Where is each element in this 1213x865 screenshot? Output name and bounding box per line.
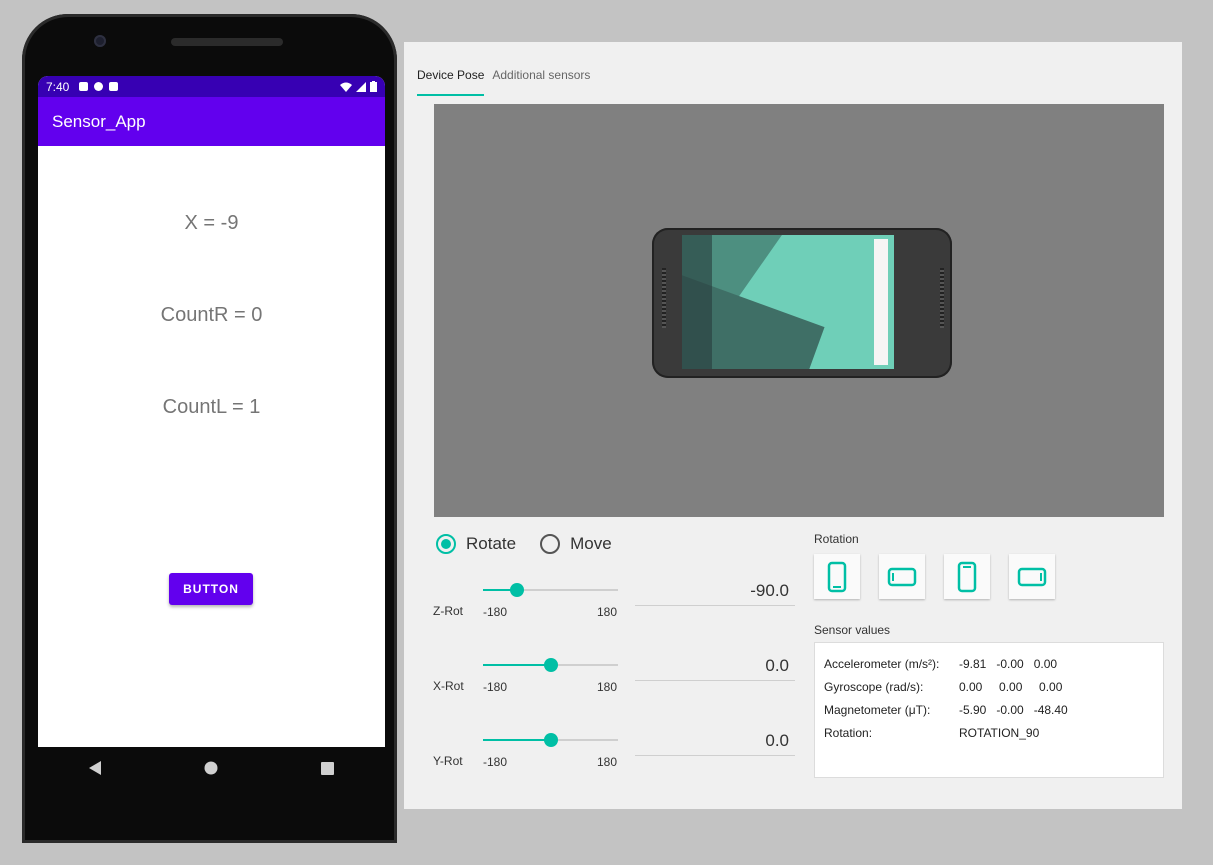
sensor-row-rotation: Rotation: ROTATION_90 <box>824 721 1163 744</box>
radio-unselected-icon <box>540 534 561 554</box>
status-time: 7:40 <box>46 79 70 94</box>
sensor-row-gyroscope: Gyroscope (rad/s): 0.00 0.00 0.00 <box>824 675 1163 698</box>
device-model-screen <box>682 235 894 369</box>
tab-bar: Device Pose Additional sensors <box>417 68 598 96</box>
z-rot-value-field[interactable]: -90.0 <box>635 576 795 606</box>
device-speaker-grill-right <box>940 268 944 328</box>
rotation-label: Rotation: <box>824 725 873 740</box>
sensor-row-magnetometer: Magnetometer (μT): -5.90 -0.00 -48.40 <box>824 698 1163 721</box>
earpiece-speaker <box>171 38 283 46</box>
y-rot-value-field[interactable]: 0.0 <box>635 726 795 756</box>
z-rot-max-label: 180 <box>597 605 618 619</box>
portrait-phone-icon <box>827 561 847 592</box>
y-rot-slider-block: Y-Rot -180 180 0.0 <box>433 731 803 786</box>
x-rot-slider-fill <box>483 664 551 666</box>
x-rot-max-label: 180 <box>597 680 618 694</box>
rotation-value: ROTATION_90 <box>959 725 1040 740</box>
notification-a-icon <box>79 82 89 91</box>
x-readout: X = -9 <box>184 212 239 234</box>
main-button[interactable]: BUTTON <box>169 573 253 605</box>
x-rot-value-field[interactable]: 0.0 <box>635 651 795 681</box>
app-bar: Sensor_App <box>38 97 385 146</box>
rotation-section-label: Rotation <box>814 532 859 546</box>
x-rot-min-label: -180 <box>483 680 508 694</box>
signal-icon <box>356 81 366 92</box>
recents-icon[interactable] <box>317 758 337 778</box>
extended-controls-panel: Device Pose Additional sensors Rotate Mo… <box>404 42 1182 809</box>
magnetometer-values: -5.90 -0.00 -48.40 <box>959 702 1068 717</box>
magnetometer-label: Magnetometer (μT): <box>824 702 931 717</box>
x-rot-label: X-Rot <box>433 679 464 693</box>
rotate-reverse-landscape-button[interactable] <box>1009 554 1055 599</box>
z-rot-slider-thumb[interactable] <box>509 583 524 597</box>
x-rot-slider[interactable] <box>483 658 618 672</box>
sensor-row-accelerometer: Accelerometer (m/s²): -9.81 -0.00 0.00 <box>824 652 1163 675</box>
x-rot-slider-thumb[interactable] <box>543 658 558 672</box>
tab-additional-sensors[interactable]: Additional sensors <box>492 68 590 96</box>
device-model-nav-strip <box>682 235 712 369</box>
y-rot-label: Y-Rot <box>433 754 463 768</box>
y-rot-slider-thumb[interactable] <box>543 733 558 747</box>
y-rot-slider-fill <box>483 739 551 741</box>
emulator-phone-frame: 7:40 Sensor_App X = -9 CountR = 0 CountL… <box>22 14 397 843</box>
nav-bar <box>38 747 385 789</box>
rotate-landscape-button[interactable] <box>879 554 925 599</box>
radio-selected-icon <box>436 534 456 554</box>
landscape-phone-icon <box>887 567 917 586</box>
z-rot-label: Z-Rot <box>433 604 463 618</box>
rotate-portrait-button[interactable] <box>814 554 860 599</box>
y-rot-min-label: -180 <box>483 755 508 769</box>
rotation-preset-group <box>814 554 1055 599</box>
device-speaker-grill-left <box>662 268 666 328</box>
gyroscope-label: Gyroscope (rad/s): <box>824 679 924 694</box>
move-radio-label: Move <box>570 534 612 553</box>
reverse-landscape-phone-icon <box>1017 567 1047 586</box>
battery-icon <box>370 81 377 92</box>
app-title: Sensor_App <box>52 111 146 131</box>
pose-mode-group: Rotate Move <box>436 534 612 554</box>
device-model-search-bar <box>874 239 888 365</box>
tab-device-pose[interactable]: Device Pose <box>417 68 485 96</box>
gyroscope-values: 0.00 0.00 0.00 <box>959 679 1063 694</box>
device-pose-viewport[interactable] <box>434 104 1164 517</box>
rotate-reverse-portrait-button[interactable] <box>944 554 990 599</box>
accelerometer-values: -9.81 -0.00 0.00 <box>959 656 1058 671</box>
count-left-readout: CountL = 1 <box>162 396 261 418</box>
status-bar: 7:40 <box>38 76 385 97</box>
z-rot-slider[interactable] <box>483 583 618 597</box>
front-camera <box>94 35 106 47</box>
count-right-readout: CountR = 0 <box>160 304 263 326</box>
sd-card-icon <box>109 82 119 91</box>
z-rot-slider-block: Z-Rot -180 180 -90.0 <box>433 581 803 636</box>
z-rot-min-label: -180 <box>483 605 508 619</box>
sensor-values-label: Sensor values <box>814 623 891 637</box>
back-icon[interactable] <box>86 758 106 778</box>
phone-screen: 7:40 Sensor_App X = -9 CountR = 0 CountL… <box>38 76 385 747</box>
move-radio[interactable]: Move <box>540 534 612 554</box>
wifi-icon <box>340 82 352 92</box>
rotate-radio-label: Rotate <box>466 534 517 553</box>
y-rot-slider[interactable] <box>483 733 618 747</box>
y-rot-max-label: 180 <box>597 755 618 769</box>
sensor-values-box: Accelerometer (m/s²): -9.81 -0.00 0.00 G… <box>814 642 1164 778</box>
rotate-radio[interactable]: Rotate <box>436 534 516 554</box>
x-rot-slider-block: X-Rot -180 180 0.0 <box>433 656 803 711</box>
home-icon[interactable] <box>201 758 221 778</box>
reverse-portrait-phone-icon <box>957 561 977 592</box>
accelerometer-label: Accelerometer (m/s²): <box>824 656 940 671</box>
notification-icon <box>94 82 104 91</box>
rotated-device-model[interactable] <box>652 228 952 378</box>
